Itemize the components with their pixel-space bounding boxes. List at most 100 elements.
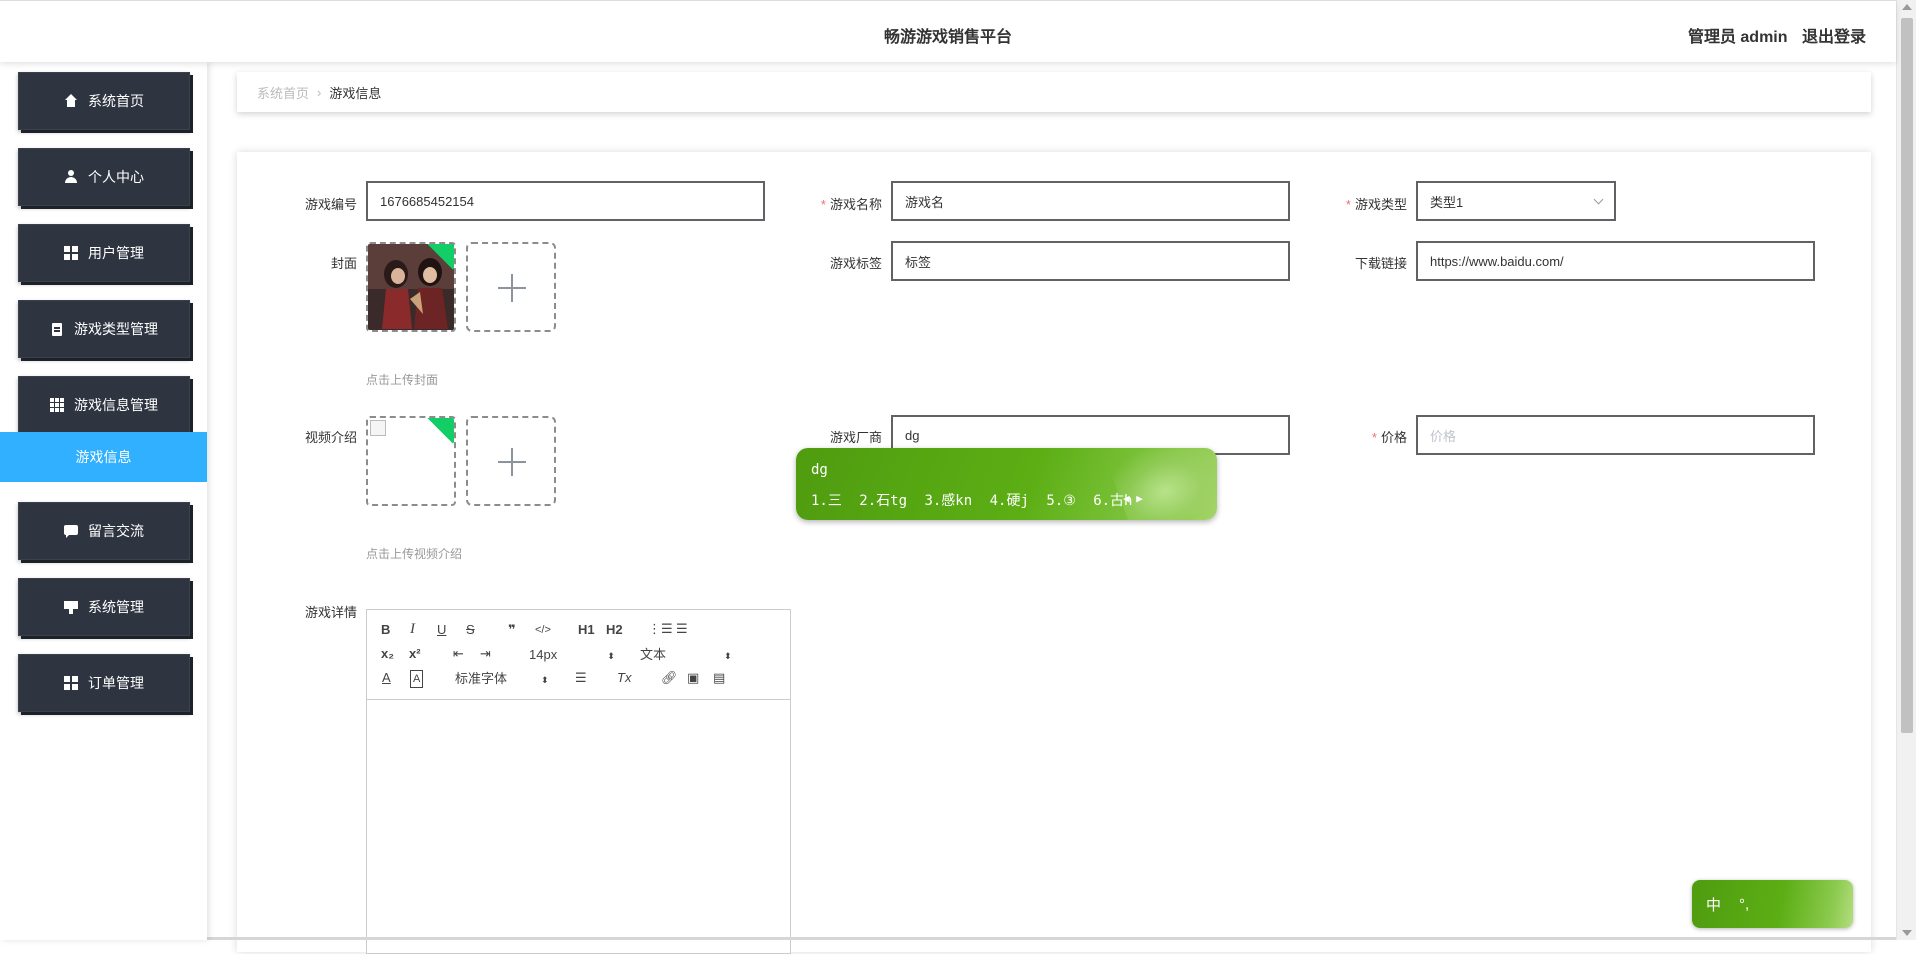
rich-text-editor: B I U S ❞ </> H1 H2 ⋮☰ ☰ x₂ x² ⇤ ⇥ 14px ⬍… <box>366 609 791 954</box>
ime-punct-toggle[interactable]: °, <box>1739 896 1749 913</box>
font-family-select[interactable]: 标准字体 ⬍ <box>455 671 549 688</box>
sidebar-item-orders[interactable]: 订单管理 <box>18 654 190 712</box>
video-icon[interactable]: ▤ <box>713 670 725 686</box>
game-code-input[interactable]: 1676685452154 <box>366 181 765 221</box>
cover-label: 封面 <box>330 256 357 271</box>
blockquote-button[interactable]: ❞ <box>508 622 516 638</box>
price-input[interactable]: 价格 <box>1416 415 1815 455</box>
game-type-value: 类型1 <box>1430 194 1464 210</box>
vendor-label: 游戏厂商 <box>829 430 882 445</box>
vertical-scrollbar[interactable] <box>1896 0 1916 940</box>
breadcrumb-current: 游戏信息 <box>329 85 382 101</box>
app-title: 畅游游戏销售平台 <box>883 29 1012 46</box>
game-name-input[interactable]: 游戏名 <box>891 181 1290 221</box>
monitor-icon <box>64 600 78 614</box>
subscript-button[interactable]: x₂ <box>381 646 394 662</box>
sidebar-item-system[interactable]: 系统管理 <box>18 578 190 636</box>
admin-area: 管理员 admin 退出登录 <box>1678 23 1866 47</box>
scrollbar-thumb[interactable] <box>1901 18 1913 733</box>
indent-icon[interactable]: ⇥ <box>480 646 491 662</box>
game-type-label: * 游戏类型 <box>1345 197 1407 212</box>
outdent-icon[interactable]: ⇤ <box>453 646 464 662</box>
game-name-label: * 游戏名称 <box>820 197 882 212</box>
breadcrumb: 系统首页 › 游戏信息 <box>237 72 1871 112</box>
cover-thumbnail[interactable] <box>366 242 456 332</box>
sidebar-subitem-label: 游戏信息 <box>75 449 132 465</box>
game-tags-label: 游戏标签 <box>829 256 882 271</box>
sidebar-item-label: 用户管理 <box>88 245 144 261</box>
ime-mode-toggle[interactable]: 中 <box>1706 894 1721 915</box>
top-header: 畅游游戏销售平台 管理员 admin 退出登录 <box>0 0 1896 62</box>
logout-link[interactable]: 退出登录 <box>1802 29 1866 46</box>
text-color-icon[interactable]: A <box>382 670 391 686</box>
ime-composition: dg <box>811 462 828 478</box>
grid-icon <box>64 676 78 690</box>
italic-button[interactable]: I <box>410 621 415 637</box>
ime-candidate[interactable]: 3.感kn <box>924 493 972 509</box>
editor-content-area[interactable] <box>367 700 790 954</box>
bullet-list-icon[interactable]: ☰ <box>676 621 688 637</box>
admin-label: 管理员 admin <box>1687 29 1788 46</box>
video-thumbnail[interactable] <box>366 416 456 506</box>
clear-format-icon[interactable]: Tx <box>617 670 631 686</box>
ime-candidate[interactable]: 5.③ <box>1046 493 1075 509</box>
chat-icon <box>64 524 78 538</box>
background-color-icon[interactable]: A <box>410 670 424 688</box>
ime-candidate-popup: dg 1.三 2.石tg 3.感kn 4.硬j 5.③ 6.古h ◀ ▶ <box>796 448 1217 520</box>
breadcrumb-home[interactable]: 系统首页 <box>257 83 309 102</box>
details-label: 游戏详情 <box>304 605 357 620</box>
code-block-button[interactable]: </> <box>535 622 551 638</box>
align-icon[interactable]: ☰ <box>575 670 587 686</box>
grid-icon <box>64 246 78 260</box>
download-link-label: 下载链接 <box>1354 256 1407 271</box>
price-label: * 价格 <box>1371 430 1407 445</box>
scroll-up-icon[interactable] <box>1902 4 1912 10</box>
link-icon[interactable]: 🔗︎ <box>661 670 678 686</box>
sidebar-subitem-game-info[interactable]: 游戏信息 <box>0 432 207 482</box>
clipboard-icon <box>50 322 64 336</box>
select-arrows-icon: ⬍ <box>541 675 549 685</box>
game-tags-input[interactable]: 标签 <box>891 241 1290 281</box>
sidebar-item-label: 游戏信息管理 <box>74 397 158 413</box>
select-arrows-icon: ⬍ <box>607 651 615 661</box>
superscript-button[interactable]: x² <box>409 646 421 662</box>
sidebar-item-game-info[interactable]: 游戏信息管理 <box>18 376 190 434</box>
ime-candidate[interactable]: 4.硬j <box>990 493 1029 509</box>
text-style-select[interactable]: 文本 ⬍ <box>640 647 732 664</box>
video-label: 视频介绍 <box>304 430 357 445</box>
home-icon <box>64 94 78 108</box>
sidebar-item-label: 系统首页 <box>88 93 144 109</box>
sidebar-item-messages[interactable]: 留言交流 <box>18 502 190 560</box>
underline-button[interactable]: U <box>437 622 446 638</box>
video-upload-button[interactable] <box>466 416 556 506</box>
video-upload-tip: 点击上传视频介绍 <box>366 547 463 561</box>
select-arrows-icon: ⬍ <box>724 651 732 661</box>
sidebar-item-label: 个人中心 <box>88 169 144 185</box>
ime-candidate[interactable]: 2.石tg <box>859 493 907 509</box>
header1-button[interactable]: H1 <box>578 622 595 638</box>
strike-button[interactable]: S <box>466 622 475 638</box>
upload-success-badge <box>424 418 454 444</box>
ime-page-arrows-icon[interactable]: ◀ ▶ <box>1123 492 1143 505</box>
game-code-label: 游戏编号 <box>304 197 357 212</box>
image-icon[interactable]: ▣ <box>687 670 699 686</box>
font-size-select[interactable]: 14px ⬍ <box>529 647 615 664</box>
sidebar-item-home[interactable]: 系统首页 <box>18 72 190 130</box>
ime-candidates: 1.三 2.石tg 3.感kn 4.硬j 5.③ 6.古h <box>811 490 1142 510</box>
header2-button[interactable]: H2 <box>606 622 623 638</box>
sidebar-item-label: 订单管理 <box>88 675 144 691</box>
sidebar-item-game-types[interactable]: 游戏类型管理 <box>18 300 190 358</box>
game-type-select[interactable]: 类型1 <box>1416 181 1616 221</box>
sidebar-item-users[interactable]: 用户管理 <box>18 224 190 282</box>
bold-button[interactable]: B <box>381 622 390 638</box>
ime-candidate[interactable]: 1.三 <box>811 493 842 509</box>
ordered-list-icon[interactable]: ⋮☰ <box>648 621 673 637</box>
sidebar-item-profile[interactable]: 个人中心 <box>18 148 190 206</box>
sidebar-item-label: 游戏类型管理 <box>74 321 158 337</box>
cover-upload-tip: 点击上传封面 <box>366 373 439 387</box>
sidebar: 系统首页 个人中心 用户管理 游戏类型管理 游戏信息管理 游戏信息 留言交流 系… <box>0 62 207 940</box>
breadcrumb-separator: › <box>317 84 322 100</box>
scroll-down-icon[interactable] <box>1902 930 1912 936</box>
download-link-input[interactable]: https://www.baidu.com/ <box>1416 241 1815 281</box>
cover-upload-button[interactable] <box>466 242 556 332</box>
